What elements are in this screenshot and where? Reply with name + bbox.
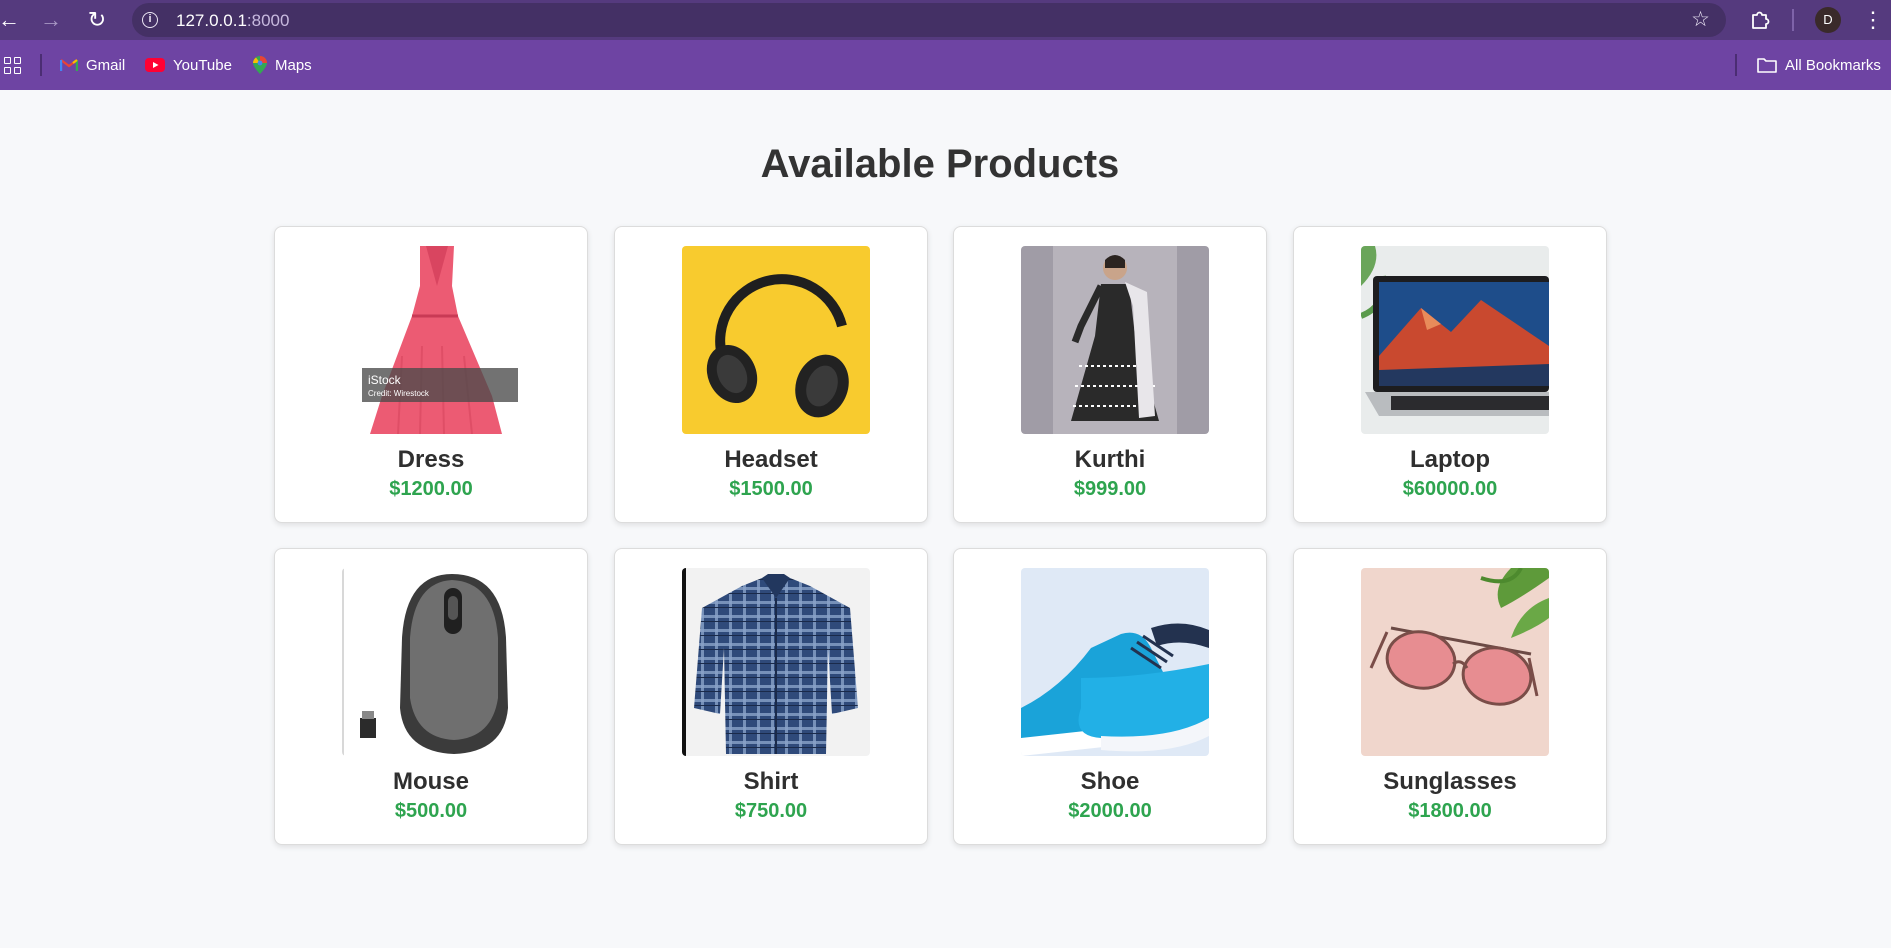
product-price: $1500.00 (729, 478, 813, 500)
product-card-sunglasses[interactable]: Sunglasses $1800.00 (1293, 548, 1607, 845)
mouse-image (342, 568, 530, 756)
maps-icon (253, 56, 267, 74)
reload-icon[interactable]: ↻ (84, 7, 110, 33)
back-icon[interactable]: ← (0, 7, 22, 33)
kurthi-image (1021, 246, 1209, 434)
bookmark-label: Gmail (86, 56, 126, 74)
folder-icon (1757, 58, 1777, 73)
product-price: $500.00 (394, 800, 468, 822)
youtube-icon (145, 58, 165, 72)
product-name: Mouse (392, 768, 469, 795)
product-card-headset[interactable]: Headset $1500.00 (614, 226, 928, 523)
product-name: Dress (397, 446, 465, 473)
product-price: $1200.00 (389, 478, 473, 500)
shirt-image (682, 568, 870, 756)
sunglasses-image (1361, 568, 1549, 756)
product-name: Shirt (743, 768, 799, 795)
shoe-image (1021, 568, 1209, 756)
bookmark-youtube[interactable]: YouTube (145, 52, 232, 78)
toolbar-divider (1792, 9, 1794, 31)
bookmark-star-icon[interactable]: ☆ (1691, 7, 1710, 32)
product-name: Headset (724, 446, 818, 473)
headset-image (682, 246, 870, 434)
bookmarks-divider (40, 54, 42, 76)
product-card-laptop[interactable]: Laptop $60000.00 (1293, 226, 1607, 523)
page-title: Available Products (760, 142, 1120, 186)
profile-avatar[interactable]: D (1815, 7, 1841, 33)
dress-image: iStock Credit: Wirestock (342, 246, 530, 434)
product-card-kurthi[interactable]: Kurthi $999.00 (953, 226, 1267, 523)
product-card-dress[interactable]: iStock Credit: Wirestock Dress $1200.00 (274, 226, 588, 523)
all-bookmarks-label: All Bookmarks (1785, 56, 1881, 74)
bookmark-label: YouTube (173, 56, 232, 74)
product-name: Laptop (1410, 446, 1490, 473)
product-price: $1800.00 (1408, 800, 1492, 822)
bookmark-gmail[interactable]: Gmail (60, 52, 125, 78)
bookmark-maps[interactable]: Maps (253, 52, 312, 78)
product-card-shoe[interactable]: Shoe $2000.00 (953, 548, 1267, 845)
all-bookmarks-button[interactable]: All Bookmarks (1757, 52, 1881, 78)
bookmark-label: Maps (275, 56, 312, 74)
apps-grid-icon[interactable] (4, 57, 22, 75)
dress-watermark: iStock (368, 373, 402, 387)
url-host: 127.0.0.1 (176, 11, 247, 30)
product-card-shirt[interactable]: Shirt $750.00 (614, 548, 928, 845)
product-price: $999.00 (1073, 478, 1147, 500)
product-name: Shoe (1080, 768, 1140, 795)
url-port: :8000 (246, 11, 290, 30)
product-price: $2000.00 (1068, 800, 1152, 822)
browser-toolbar: ← → ↻ i 127.0.0.1:8000 ☆ D ⋮ (0, 0, 1891, 40)
product-price: $60000.00 (1402, 478, 1498, 500)
product-card-mouse[interactable]: Mouse $500.00 (274, 548, 588, 845)
product-name: Sunglasses (1383, 768, 1517, 795)
browser-menu-icon[interactable]: ⋮ (1862, 6, 1884, 34)
extensions-icon[interactable] (1749, 8, 1771, 30)
address-url[interactable]: 127.0.0.1:8000 (176, 11, 289, 31)
bookmarks-divider-right (1735, 54, 1737, 76)
dress-watermark-credit: Credit: Wirestock (368, 389, 430, 398)
site-info-icon[interactable]: i (142, 12, 158, 28)
laptop-image (1361, 246, 1549, 434)
product-price: $750.00 (734, 800, 808, 822)
forward-icon[interactable]: → (38, 7, 64, 33)
gmail-icon (60, 59, 78, 71)
address-bar[interactable]: i 127.0.0.1:8000 ☆ (132, 3, 1726, 37)
product-name: Kurthi (1074, 446, 1146, 473)
